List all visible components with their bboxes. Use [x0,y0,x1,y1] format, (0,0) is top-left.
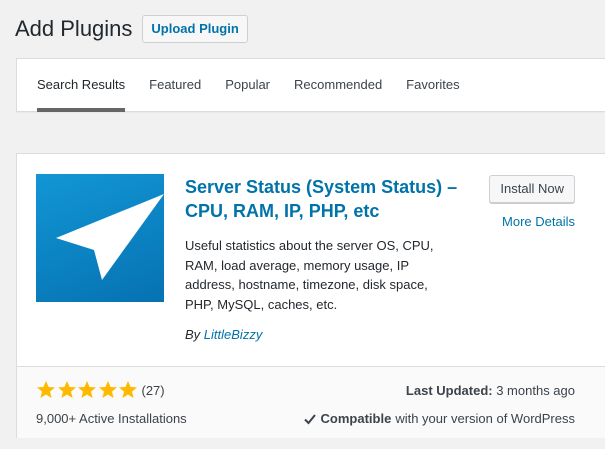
star-icon [36,380,56,400]
plugin-card: Server Status (System Status) – CPU, RAM… [16,153,605,438]
star-icon [57,380,77,400]
tab-featured[interactable]: Featured [149,59,201,112]
last-updated-label: Last Updated: [405,383,493,398]
plugin-name-link[interactable]: Server Status (System Status) – CPU, RAM… [185,175,475,223]
plugin-description: Useful statistics about the server OS, C… [185,238,434,312]
star-icon [118,380,138,400]
checkmark-icon [303,412,317,426]
plugin-card-bottom: (27) 9,000+ Active Installations Last Up… [17,366,605,438]
last-updated-value: 3 months ago [496,383,575,398]
install-now-button[interactable]: Install Now [489,175,575,203]
tab-favorites[interactable]: Favorites [406,59,459,112]
upload-plugin-button[interactable]: Upload Plugin [142,15,248,43]
filter-tabs: Search Results Featured Popular Recommen… [17,59,605,112]
compatibility: Compatible with your version of WordPres… [303,411,575,426]
tab-search-results[interactable]: Search Results [37,59,126,112]
filter-bar: Search Results Featured Popular Recommen… [16,58,605,112]
page-header: Add Plugins Upload Plugin [15,14,248,44]
paper-plane-arrow-icon[interactable] [36,174,164,302]
last-updated: Last Updated: 3 months ago [406,383,575,398]
author-link[interactable]: LittleBizzy [204,327,263,342]
compatible-text: with your version of WordPress [395,411,575,426]
page-title: Add Plugins [15,16,133,41]
stars [36,380,139,400]
star-rating: (27) [36,380,165,400]
tab-popular[interactable]: Popular [225,59,270,112]
tab-recommended[interactable]: Recommended [294,59,382,112]
rating-count[interactable]: (27) [142,383,165,398]
star-icon [98,380,118,400]
compatible-label: Compatible [320,411,392,426]
plugin-card-top: Server Status (System Status) – CPU, RAM… [17,154,605,366]
author-prefix: By [185,327,201,342]
active-installs: 9,000+ Active Installations [36,411,187,426]
plugin-author: By LittleBizzy [185,327,262,342]
star-icon [77,380,97,400]
more-details-link[interactable]: More Details [502,214,575,229]
